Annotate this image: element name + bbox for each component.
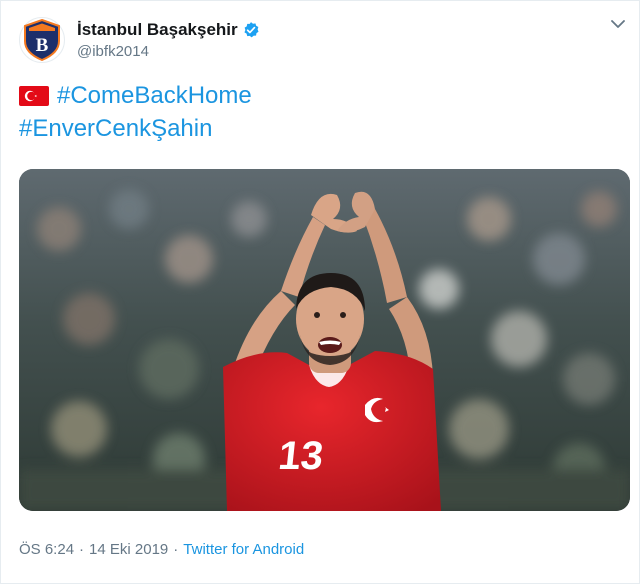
display-name-row: İstanbul Başakşehir [77,20,260,40]
display-name[interactable]: İstanbul Başakşehir [77,20,238,40]
tweet-footer: ÖS 6:24 · 14 Eki 2019 · Twitter for Andr… [19,541,304,558]
chevron-down-icon[interactable] [611,17,625,31]
tweet-text: #ComeBackHome #EnverCenkŞahin [19,79,252,145]
tweet-text-line-1: #ComeBackHome [19,79,252,112]
tweet-header: B İstanbul Başakşehir @ibfk2014 [19,15,260,65]
footer-separator: · [79,541,85,558]
tweet-text-line-2: #EnverCenkŞahin [19,112,252,145]
jersey-number: 13 [276,434,325,478]
player-photo: 13 [19,169,630,511]
author-handle[interactable]: @ibfk2014 [77,43,260,60]
tweet-source[interactable]: Twitter for Android [183,541,304,558]
turkey-flag-icon [19,85,49,106]
tweet-photo[interactable]: 13 [19,169,630,511]
club-crest-icon: B [24,19,60,61]
tweet-date[interactable]: 14 Eki 2019 [89,541,168,558]
verified-badge-icon [242,21,260,39]
hashtag-envercenksahin[interactable]: #EnverCenkŞahin [19,112,212,145]
author-names: İstanbul Başakşehir @ibfk2014 [77,20,260,60]
tweet-time[interactable]: ÖS 6:24 [19,541,74,558]
crest-letter: B [36,35,49,56]
tweet-card: B İstanbul Başakşehir @ibfk2014 #ComeBac… [0,0,640,584]
footer-separator: · [173,541,179,558]
avatar[interactable]: B [19,17,65,63]
hashtag-comebackhome[interactable]: #ComeBackHome [57,79,252,112]
